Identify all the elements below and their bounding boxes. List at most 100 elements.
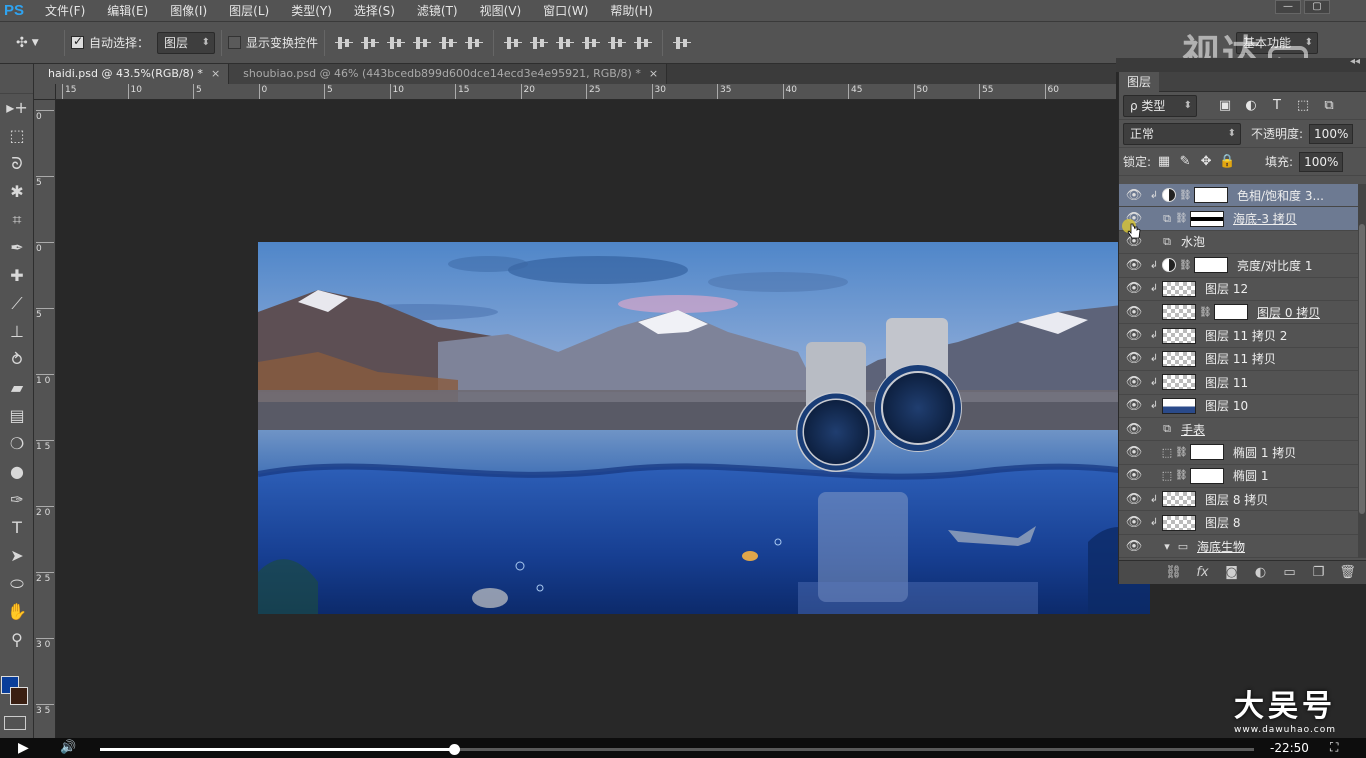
distribute-vcenter-icon[interactable] bbox=[530, 35, 549, 51]
eye-icon[interactable]: 👁 bbox=[1119, 305, 1149, 320]
menu-item[interactable]: 类型(Y) bbox=[280, 0, 343, 22]
quick-mask-button[interactable] bbox=[4, 716, 26, 730]
distribute-left-icon[interactable] bbox=[582, 35, 601, 51]
eye-icon[interactable]: 👁 bbox=[1119, 445, 1149, 460]
fill-input[interactable]: 100% bbox=[1299, 151, 1344, 172]
layer-row[interactable]: 👁 ↲ ⛓ 亮度/对比度 1 bbox=[1119, 254, 1359, 278]
background-color-swatch[interactable] bbox=[10, 687, 28, 705]
eraser-icon[interactable]: ▰ bbox=[2, 374, 32, 402]
fullscreen-icon[interactable]: ⛶ bbox=[1330, 740, 1338, 755]
eye-icon[interactable]: 👁 bbox=[1119, 328, 1149, 343]
stamp-icon[interactable]: ⊥ bbox=[2, 318, 32, 346]
eye-icon[interactable]: 👁 bbox=[1119, 539, 1149, 554]
eye-icon[interactable]: 👁 bbox=[1119, 492, 1149, 507]
dodge-icon[interactable]: ● bbox=[2, 458, 32, 486]
close-icon[interactable]: × bbox=[649, 67, 658, 80]
chevron-down-icon[interactable]: ▾ bbox=[1159, 540, 1175, 553]
ellipse-icon[interactable]: ⬭ bbox=[2, 570, 32, 598]
minimize-button[interactable]: — bbox=[1275, 0, 1301, 14]
auto-align-icon[interactable] bbox=[673, 35, 692, 51]
layer-row[interactable]: 👁 ↲ 图层 11 bbox=[1119, 371, 1359, 395]
document-image[interactable] bbox=[258, 242, 1150, 614]
menu-item[interactable]: 图层(L) bbox=[218, 0, 280, 22]
ruler-origin[interactable] bbox=[34, 84, 56, 100]
scrollbar-thumb[interactable] bbox=[1359, 224, 1365, 514]
horizontal-ruler[interactable]: 15 10 5 0 5 10 15 20 25 30 35 40 45 50 55 60 bbox=[56, 84, 1116, 100]
move-icon[interactable]: ▸+ bbox=[2, 94, 32, 122]
menu-item[interactable]: 编辑(E) bbox=[96, 0, 159, 22]
eye-icon[interactable]: 👁 bbox=[1119, 375, 1149, 390]
eye-icon[interactable]: 👁 bbox=[1119, 188, 1149, 203]
panel-collapse-strip[interactable]: ◂◂ bbox=[1116, 56, 1366, 72]
distribute-right-icon[interactable] bbox=[634, 35, 653, 51]
auto-select-checkbox[interactable] bbox=[71, 34, 84, 49]
align-right-icon[interactable] bbox=[465, 35, 484, 51]
layer-filter-dropdown[interactable]: ρ 类型 bbox=[1123, 94, 1197, 117]
move-tool-preset[interactable]: ✣ ▼ bbox=[0, 35, 58, 51]
vertical-ruler[interactable]: 0 5 0 5 1 0 1 5 2 0 2 5 3 0 3 5 bbox=[34, 100, 56, 738]
layer-row[interactable]: 👁 ⧉ ⛓ 海底-3 拷贝 bbox=[1119, 207, 1359, 231]
delete-layer-icon[interactable]: 🗑 bbox=[1333, 565, 1362, 580]
type-filter-icon[interactable]: T bbox=[1269, 98, 1285, 113]
layer-row[interactable]: 👁 ⧉ 手表 bbox=[1119, 418, 1359, 442]
marquee-icon[interactable]: ⬚ bbox=[2, 122, 32, 150]
align-left-icon[interactable] bbox=[413, 35, 432, 51]
type-icon[interactable]: T bbox=[2, 514, 32, 542]
lock-paint-icon[interactable]: ✎ bbox=[1177, 154, 1193, 169]
new-adjustment-icon[interactable]: ◐ bbox=[1246, 565, 1275, 580]
smart-object-filter-icon[interactable]: ⧉ bbox=[1321, 98, 1337, 113]
hand-icon[interactable]: ✋ bbox=[2, 598, 32, 626]
layer-row[interactable]: 👁 ↲ 图层 11 拷贝 2 bbox=[1119, 324, 1359, 348]
pen-icon[interactable]: ✑ bbox=[2, 486, 32, 514]
gradient-icon[interactable]: ▤ bbox=[2, 402, 32, 430]
menu-item[interactable]: 选择(S) bbox=[343, 0, 406, 22]
tab-2[interactable]: shoubiao.psd @ 46% (443bcedb899d600dce14… bbox=[229, 64, 668, 84]
align-vcenter-icon[interactable] bbox=[361, 35, 380, 51]
lasso-icon[interactable]: ᘐ bbox=[2, 150, 32, 178]
layer-row[interactable]: 👁 ↲ 图层 10 bbox=[1119, 395, 1359, 418]
blur-icon[interactable]: ❍ bbox=[2, 430, 32, 458]
volume-icon[interactable]: 🔊 bbox=[60, 740, 76, 755]
menu-item[interactable]: 图像(I) bbox=[159, 0, 218, 22]
play-icon[interactable]: ▶ bbox=[18, 740, 29, 756]
eye-icon[interactable]: 👁 bbox=[1119, 398, 1149, 413]
align-hcenter-icon[interactable] bbox=[439, 35, 458, 51]
align-top-icon[interactable] bbox=[335, 35, 354, 51]
new-group-icon[interactable]: ▭ bbox=[1275, 565, 1304, 580]
tab-1[interactable]: haidi.psd @ 43.5%(RGB/8) * × bbox=[34, 64, 230, 84]
eye-icon[interactable]: 👁 bbox=[1119, 258, 1149, 273]
new-layer-icon[interactable]: ❐ bbox=[1304, 565, 1333, 580]
layer-row[interactable]: 👁 ⬚ ⛓ 椭圆 1 拷贝 bbox=[1119, 441, 1359, 465]
blend-mode-dropdown[interactable]: 正常 bbox=[1123, 122, 1241, 145]
menu-item[interactable]: 窗口(W) bbox=[532, 0, 599, 22]
maximize-button[interactable]: ▢ bbox=[1304, 0, 1330, 14]
menu-item[interactable]: 帮助(H) bbox=[599, 0, 663, 22]
fx-icon[interactable]: fx bbox=[1188, 565, 1217, 580]
video-progress-knob[interactable] bbox=[449, 744, 461, 755]
magic-wand-icon[interactable]: ✱ bbox=[2, 178, 32, 206]
layer-row[interactable]: 👁 ⧉ 水泡 bbox=[1119, 231, 1359, 255]
video-progress-track[interactable] bbox=[100, 744, 1254, 755]
eye-icon[interactable]: 👁 bbox=[1119, 351, 1149, 366]
distribute-hcenter-icon[interactable] bbox=[608, 35, 627, 51]
menu-item[interactable]: 滤镜(T) bbox=[406, 0, 469, 22]
layer-row[interactable]: 👁 ↲ 图层 8 拷贝 bbox=[1119, 488, 1359, 512]
eyedropper-icon[interactable]: ✒ bbox=[2, 234, 32, 262]
distribute-bottom-icon[interactable] bbox=[556, 35, 575, 51]
show-transform-checkbox[interactable] bbox=[228, 36, 242, 49]
eye-icon[interactable]: 👁 bbox=[1119, 422, 1149, 437]
layer-row[interactable]: 👁 ⬚ ⛓ 椭圆 1 bbox=[1119, 465, 1359, 489]
image-filter-icon[interactable]: ▣ bbox=[1217, 98, 1233, 113]
eye-icon[interactable]: 👁 bbox=[1119, 515, 1149, 530]
auto-select-target-dropdown[interactable]: 图层 bbox=[157, 31, 216, 54]
eye-icon[interactable]: 👁 bbox=[1119, 281, 1149, 296]
distribute-top-icon[interactable] bbox=[504, 35, 523, 51]
layer-row[interactable]: 👁 ↲ 图层 8 bbox=[1119, 511, 1359, 535]
add-mask-icon[interactable]: ◙ bbox=[1217, 565, 1246, 580]
lock-position-icon[interactable]: ✥ bbox=[1198, 154, 1214, 169]
shape-filter-icon[interactable]: ⬚ bbox=[1295, 98, 1311, 113]
lock-transparent-icon[interactable]: ▦ bbox=[1156, 154, 1172, 169]
crop-icon[interactable]: ⌗ bbox=[2, 206, 32, 234]
layer-row[interactable]: 👁 ↲ 图层 11 拷贝 bbox=[1119, 348, 1359, 372]
layer-row[interactable]: 👁 ↲ 图层 12 bbox=[1119, 278, 1359, 301]
